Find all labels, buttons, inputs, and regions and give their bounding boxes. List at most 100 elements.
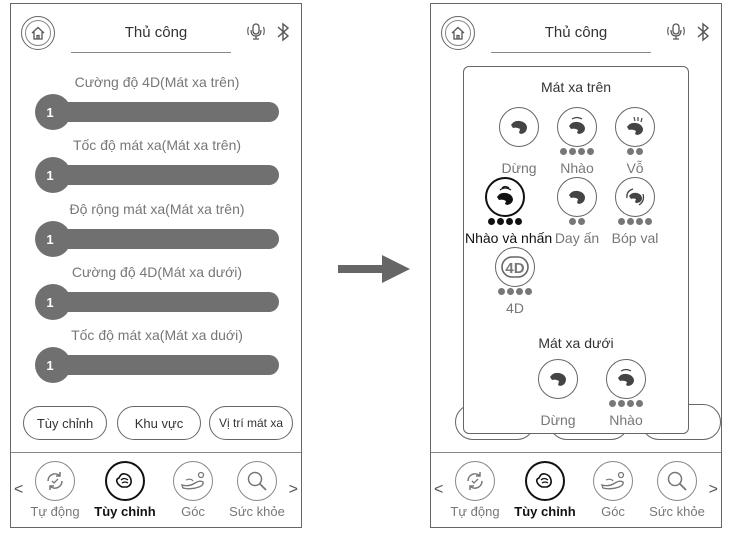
slider-track[interactable]	[45, 292, 279, 312]
auto-cycle-icon	[467, 472, 483, 490]
slider-knob[interactable]: 1	[35, 221, 71, 257]
dot	[488, 218, 495, 225]
slider-label: Độ rộng mát xa(Mát xa trên)	[69, 201, 245, 217]
custom-pill-button[interactable]: Tùy chỉnh	[23, 406, 107, 440]
nav-circle	[237, 461, 277, 501]
dot	[645, 218, 652, 225]
nav-label: Sức khỏe	[649, 504, 705, 519]
nav-label: Góc	[181, 504, 205, 519]
area-pill-button[interactable]: Khu vực	[117, 406, 201, 440]
nav-label: Tự động	[450, 504, 500, 519]
dot	[587, 148, 594, 155]
intensity-dots	[595, 218, 675, 228]
dot	[516, 288, 523, 295]
dot	[627, 218, 634, 225]
bluetooth-icon[interactable]	[275, 21, 291, 43]
nav-item-health[interactable]: Sức khỏe	[645, 461, 709, 519]
slider-track[interactable]	[45, 165, 279, 185]
upper-section-title: Mát xa trên	[540, 79, 612, 95]
nav-item-auto[interactable]: Tự động	[23, 461, 87, 519]
mode-label: Nhào và nhấn	[465, 230, 553, 246]
dot	[627, 400, 634, 407]
right-phone-screen: Thủ công Mát xa trên Dừng Nhào Vỗ Nhào v…	[430, 3, 722, 528]
dot	[507, 288, 514, 295]
mode-squeeze-upper[interactable]: Bóp val	[595, 177, 675, 246]
nav-item-health[interactable]: Sức khỏe	[225, 461, 289, 519]
bluetooth-icon[interactable]	[695, 21, 711, 43]
nav-circle	[105, 461, 145, 501]
slider-lower-speed: Tốc độ mát xa(Mát xa duới) 1	[35, 325, 279, 383]
dot	[569, 148, 576, 155]
nav-item-custom[interactable]: Tùy chỉnh	[513, 461, 577, 519]
slider-label: Tốc độ mát xa(Mát xa duới)	[71, 327, 243, 343]
slider-label: Cường độ 4D(Mát xa dưới)	[71, 264, 243, 280]
mode-circle	[606, 359, 646, 399]
slider-track[interactable]	[45, 355, 279, 375]
nav-label: Tùy chỉnh	[94, 504, 156, 519]
mode-knead-press-upper[interactable]: Nhào và nhấn	[465, 177, 553, 246]
slider-knob[interactable]: 1	[35, 157, 71, 193]
dot	[525, 288, 532, 295]
slider-knob[interactable]: 1	[35, 347, 71, 383]
auto-cycle-icon	[47, 472, 63, 490]
bottom-nav: < Tự động Tùy chỉnh Góc Sức khỏe >	[11, 452, 301, 529]
dot	[618, 400, 625, 407]
knead-icon	[569, 116, 585, 134]
nav-item-angle[interactable]: Góc	[161, 461, 225, 519]
nav-item-custom[interactable]: Tùy chỉnh	[93, 461, 157, 519]
slider-upper-speed: Tốc độ mát xa(Mát xa trên) 1	[35, 135, 279, 193]
dot	[609, 400, 616, 407]
voice-icon[interactable]	[665, 20, 687, 42]
nav-item-auto[interactable]: Tự động	[443, 461, 507, 519]
slider-knob[interactable]: 1	[35, 284, 71, 320]
slider-label: Tốc độ mát xa(Mát xa trên)	[72, 137, 242, 153]
position-pill-button[interactable]: Vị trí mát xa	[209, 406, 293, 440]
nav-circle	[657, 461, 697, 501]
recline-angle-icon	[180, 471, 205, 490]
nav-label: Tùy chỉnh	[514, 504, 576, 519]
mode-4d-upper[interactable]: 4D 4D	[475, 247, 555, 316]
mode-circle	[499, 107, 539, 147]
health-search-icon	[247, 471, 267, 491]
header: Thủ công	[431, 4, 721, 62]
nav-next-arrow[interactable]: >	[709, 481, 718, 499]
right-arrow-icon	[338, 255, 410, 283]
title-underline	[71, 52, 231, 53]
nav-next-arrow[interactable]: >	[289, 481, 298, 499]
nav-label: Góc	[601, 504, 625, 519]
nav-item-angle[interactable]: Góc	[581, 461, 645, 519]
nav-prev-arrow[interactable]: <	[14, 481, 23, 499]
home-button[interactable]	[21, 16, 55, 50]
mode-circle: 4D	[495, 247, 535, 287]
mode-knead-lower[interactable]: Nhào	[586, 359, 666, 428]
slider-knob[interactable]: 1	[35, 94, 71, 130]
mode-label: Bóp val	[611, 230, 659, 246]
header: Thủ công	[11, 4, 301, 62]
recline-angle-icon	[600, 471, 625, 490]
nav-prev-arrow[interactable]: <	[434, 481, 443, 499]
mode-circle	[485, 177, 525, 217]
dot	[618, 218, 625, 225]
mode-label: Nhào	[609, 412, 643, 428]
home-button[interactable]	[441, 16, 475, 50]
dot	[498, 288, 505, 295]
press-icon	[569, 190, 585, 204]
lower-section-title: Mát xa dưới	[538, 335, 614, 351]
mode-label: 4D	[506, 300, 524, 316]
4d-icon: 4D	[501, 256, 529, 278]
intensity-dots	[586, 400, 666, 410]
slider-upper-width: Độ rộng mát xa(Mát xa trên) 1	[35, 199, 279, 257]
tap-icon	[627, 116, 643, 135]
mode-circle	[615, 107, 655, 147]
mode-tap-upper[interactable]: Vỗ	[595, 107, 675, 176]
slider-upper-4d-intensity: Cường độ 4D(Mát xa trên) 1	[35, 72, 279, 130]
nav-circle	[35, 461, 75, 501]
left-phone-screen: Thủ công Cường độ 4D(Mát xa trên) 1 Tốc …	[10, 3, 302, 528]
slider-track[interactable]	[45, 229, 279, 249]
page-title: Thủ công	[124, 24, 188, 41]
squeeze-icon	[626, 188, 645, 206]
dot	[569, 218, 576, 225]
mode-circle	[615, 177, 655, 217]
slider-track[interactable]	[45, 102, 279, 122]
voice-icon[interactable]	[245, 20, 267, 42]
